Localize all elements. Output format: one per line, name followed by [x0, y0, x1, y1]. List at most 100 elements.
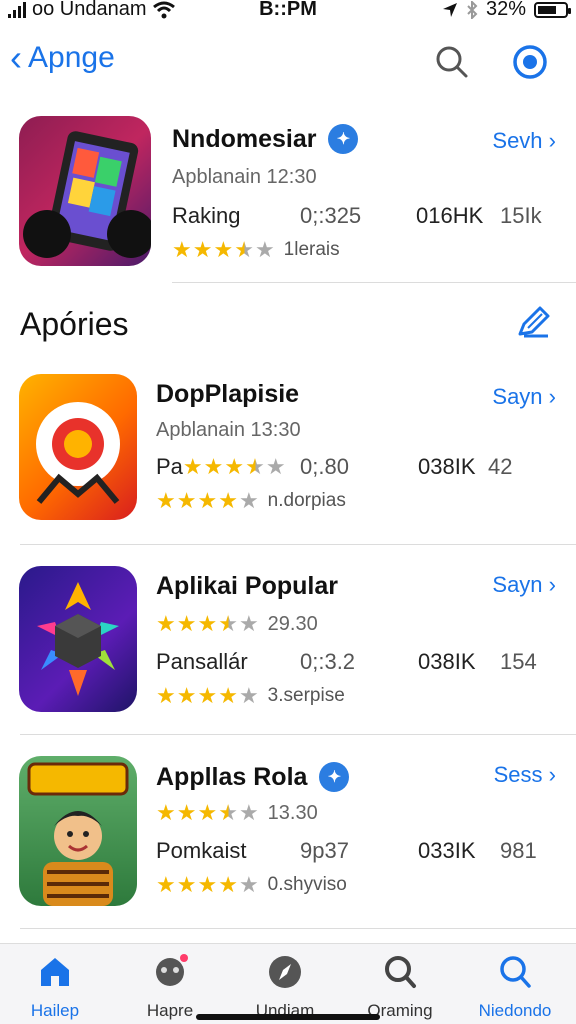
featured-action-button[interactable]: Sevh › [492, 128, 556, 154]
search-icon [385, 956, 416, 988]
stat-3: 154 [500, 649, 537, 674]
star-icon: ★ [156, 611, 177, 636]
stat-2: 033IK [418, 838, 476, 863]
target-icon [513, 45, 547, 79]
stat-3: 15Ik [500, 203, 542, 228]
star-icon: ★ [172, 237, 193, 262]
action-label: Sayn [492, 572, 543, 597]
app-title: DopPlapisie [156, 380, 300, 408]
star-rating: ★★★★★ [156, 683, 260, 709]
chevron-left-icon: ‹ [10, 37, 22, 78]
tab-label: Hailep [30, 1001, 80, 1020]
star-icon: ★ [197, 488, 219, 513]
star-icon: ★ [234, 237, 255, 262]
action-label: Sess [493, 762, 543, 787]
rating-text: 3.serpise [267, 685, 345, 706]
edit-button[interactable] [514, 302, 554, 342]
section-title: Apóries [20, 306, 129, 342]
star-icon: ★ [197, 683, 219, 708]
app-action-button[interactable]: Sess › [494, 762, 556, 788]
star-icon: ★ [238, 683, 260, 708]
status-bar: oo Undanam B::PM 32% [0, 0, 576, 24]
star-rating: ★★★★★ [156, 611, 260, 637]
star-icon: ★ [218, 800, 239, 825]
star-icon: ★ [192, 237, 214, 262]
star-icon: ★ [238, 611, 260, 636]
app-label: Pansallár [156, 649, 248, 674]
home-icon [41, 958, 69, 986]
app-label: Pa [156, 454, 183, 479]
app-title: Nndomesiar [172, 124, 317, 153]
tab-bar: Hailep Hapre Undiam Oraming Niedondo [0, 943, 576, 1024]
star-icon: ★ [156, 683, 177, 708]
app-icon [19, 116, 151, 266]
app-label: Pomkaist [156, 838, 247, 863]
app-action-button[interactable]: Sayn › [492, 572, 556, 598]
featured-app-row[interactable]: Nndomesiar ✦ Apblanain 12:30 Raking 0;:3… [0, 116, 576, 276]
compass-icon [269, 956, 301, 988]
star-icon: ★ [176, 800, 198, 825]
app-action-button[interactable]: Sayn › [492, 384, 556, 410]
game-controller-icon [156, 954, 188, 986]
search-button[interactable] [432, 42, 472, 82]
stat-2: 038IK [418, 454, 476, 479]
stat-1: 0;:3.2 [300, 649, 356, 674]
star-rating: ★★★★★ [156, 872, 260, 898]
back-button[interactable]: ‹ Apnge [10, 40, 115, 76]
stat-1: 0;:325 [300, 203, 362, 228]
app-subtitle: 29.30 [267, 612, 318, 635]
star-icon: ★ [238, 800, 260, 825]
star-icon: ★ [176, 872, 198, 897]
app-title: Appllas Rola [156, 762, 308, 791]
tab-explore[interactable]: Undiam [235, 952, 335, 1021]
stat-1: 9p37 [300, 838, 349, 863]
star-icon: ★ [218, 683, 239, 708]
bluetooth-icon [467, 0, 478, 19]
action-label: Sayn [492, 384, 543, 409]
stat-1: 0;.80 [300, 454, 349, 479]
account-button[interactable] [510, 42, 550, 82]
star-icon: ★ [156, 488, 177, 513]
star-rating: ★★★★★ [183, 454, 287, 480]
stat-2: 016HK [416, 203, 484, 228]
star-icon: ★ [156, 872, 177, 897]
location-icon [442, 2, 457, 17]
star-icon: ★ [238, 872, 260, 897]
app-row[interactable]: Aplikai Popular ★★★★★ 29.30 Pansallár 0;… [0, 566, 576, 716]
tab-home[interactable]: Hailep [5, 952, 105, 1021]
star-icon: ★ [265, 454, 287, 479]
star-icon: ★ [176, 488, 198, 513]
app-row[interactable]: DopPlapisie Apblanain 13:30 Pa ★★★★★ 0;.… [0, 374, 576, 524]
star-rating: ★★★★★ [172, 237, 276, 263]
app-subtitle: Apblanain 12:30 [172, 166, 317, 188]
tab-label: Niedondo [478, 1001, 552, 1020]
star-rating: ★★★★★ [156, 800, 260, 826]
app-row[interactable]: Appllas Rola ✦ ★★★★★ 13.30 Pomkaist 9p37… [0, 756, 576, 910]
star-icon: ★ [218, 872, 239, 897]
star-icon: ★ [245, 454, 266, 479]
star-icon: ★ [203, 454, 225, 479]
home-indicator[interactable] [196, 1014, 380, 1020]
app-subtitle: 13.30 [267, 801, 318, 824]
verified-badge-icon: ✦ [328, 124, 359, 154]
star-icon: ★ [176, 611, 198, 636]
star-icon: ★ [182, 454, 204, 479]
stat-3: 981 [500, 838, 537, 863]
rating-text: n.dorpias [267, 490, 346, 511]
app-subtitle: Apblanain 13:30 [156, 419, 301, 441]
app-title: Aplikai Popular [156, 572, 338, 600]
star-icon: ★ [218, 488, 239, 513]
star-icon: ★ [176, 683, 198, 708]
star-icon: ★ [156, 800, 177, 825]
tab-search[interactable]: Niedondo [465, 952, 565, 1021]
search-icon [436, 46, 468, 78]
tab-apps[interactable]: Hapre [120, 952, 220, 1021]
search-icon [500, 956, 531, 988]
app-label: Raking [172, 203, 241, 228]
tab-trending[interactable]: Oraming [350, 952, 450, 1021]
app-icon [19, 756, 137, 906]
rating-text: 1lerais [283, 239, 340, 260]
stat-3: 42 [488, 454, 513, 479]
stat-2: 038IK [418, 649, 476, 674]
rating-text: 0.shyviso [267, 874, 347, 895]
